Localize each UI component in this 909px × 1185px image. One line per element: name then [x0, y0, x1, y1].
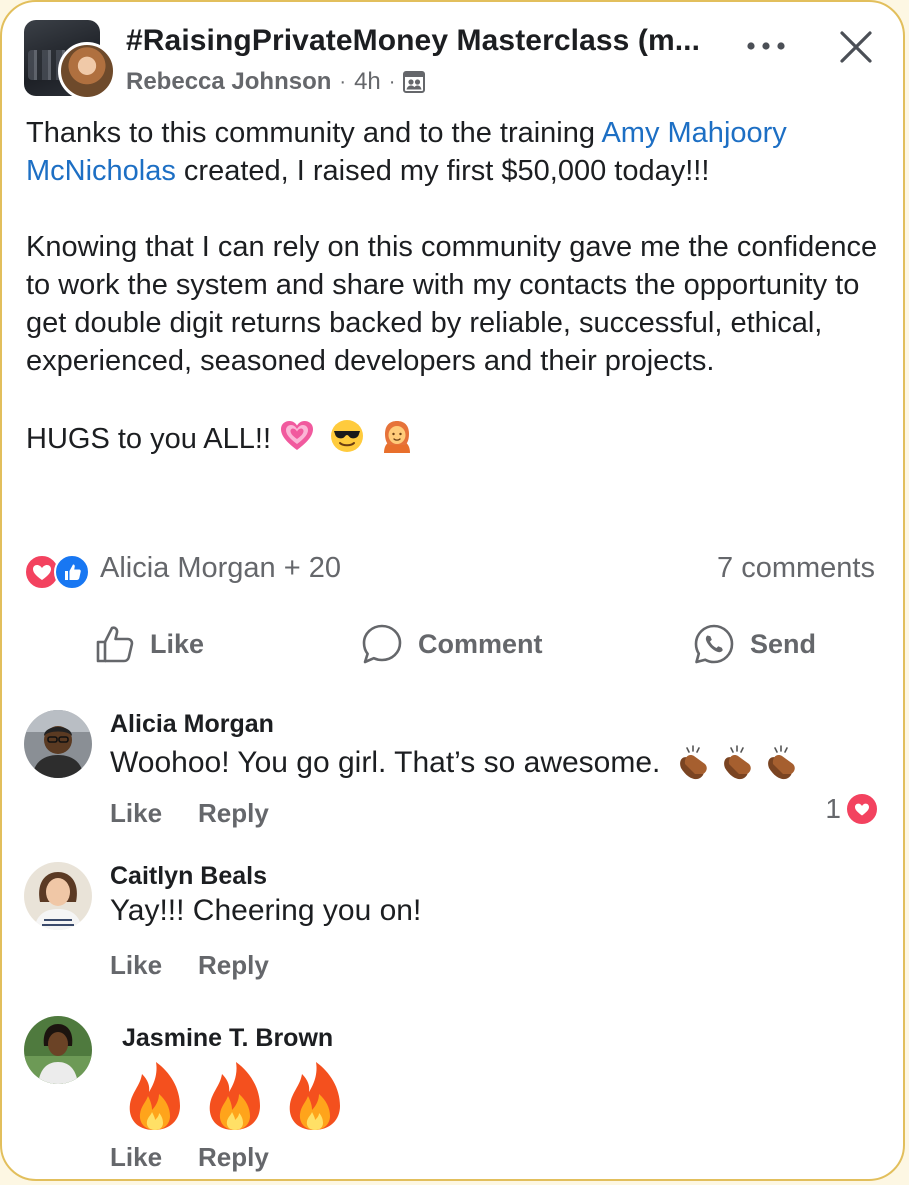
send-button[interactable]: Send [692, 614, 816, 674]
author-name[interactable]: Rebecca Johnson [126, 68, 331, 96]
close-icon [840, 31, 872, 63]
more-options-button[interactable] [741, 28, 791, 64]
post-paragraph-3: HUGS to you ALL!! [26, 418, 886, 458]
sparkling-heart-emoji [281, 421, 314, 450]
comment-reply-button[interactable]: Reply [198, 1142, 269, 1173]
post-header: #RaisingPrivateMoney Masterclass (m... R… [24, 16, 885, 102]
post-paragraph-1: Thanks to this community and to the trai… [26, 117, 787, 187]
reaction-icons [24, 554, 96, 590]
comment-text: Woohoo! You go girl. That’s so awesome. [110, 742, 807, 782]
post-action-bar: Like Comment Send [2, 614, 903, 674]
comment-text: Yay!!! Cheering you on! [110, 894, 422, 927]
author-avatar[interactable] [58, 42, 116, 100]
comment-like-button[interactable]: Like [110, 950, 162, 981]
close-button[interactable] [831, 22, 881, 72]
comment-item: Alicia Morgan Woohoo! You go girl. That’… [24, 710, 879, 840]
comment-item: Caitlyn Beals Yay!!! Cheering you on! Li… [24, 862, 879, 992]
comment-like-button[interactable]: Like [110, 1142, 162, 1173]
send-button-label: Send [750, 628, 817, 659]
comments-count[interactable]: 7 comments [717, 552, 875, 585]
post-time[interactable]: 4h [354, 68, 381, 96]
comment-button-label: Comment [418, 628, 543, 659]
comment-item: Jasmine T. Brown Like Reply [24, 1016, 879, 1176]
commenter-name[interactable]: Alicia Morgan [110, 710, 274, 739]
comment-text [124, 1060, 354, 1142]
commenter-name[interactable]: Caitlyn Beals [110, 862, 267, 891]
commenter-avatar[interactable] [24, 1016, 92, 1084]
meta-separator: · [388, 70, 396, 93]
comment-like-button[interactable]: Like [110, 798, 162, 829]
group-title[interactable]: #RaisingPrivateMoney Masterclass (m... [126, 24, 700, 58]
reactions-names[interactable]: Alicia Morgan + 20 [100, 552, 341, 585]
comment-reaction-count[interactable]: 1 [825, 792, 879, 826]
comment-reply-button[interactable]: Reply [198, 950, 269, 981]
whatsapp-icon [694, 624, 734, 664]
meta-separator: · [339, 70, 347, 93]
comment-reply-button[interactable]: Reply [198, 798, 269, 829]
post-card: #RaisingPrivateMoney Masterclass (m... R… [0, 0, 905, 1181]
clapping-hands-emoji [679, 745, 795, 780]
post-meta: Rebecca Johnson · 4h · [126, 68, 426, 96]
person-tipping-hand-emoji [384, 421, 411, 453]
reactions-summary[interactable]: Alicia Morgan + 20 7 comments [24, 550, 875, 590]
sunglasses-face-emoji [331, 420, 364, 452]
thumbs-up-icon [96, 626, 134, 663]
like-button-label: Like [150, 628, 205, 659]
post-body: Thanks to this community and to the trai… [26, 114, 886, 458]
post-paragraph-2: Knowing that I can rely on this communit… [26, 231, 878, 377]
more-dots-icon [747, 42, 785, 50]
like-reaction-icon [54, 554, 90, 590]
comment-bubble-icon [362, 624, 402, 664]
commenter-avatar[interactable] [24, 862, 92, 930]
comment-button[interactable]: Comment [360, 614, 543, 674]
love-reaction-icon [845, 792, 879, 826]
fire-emoji [129, 1062, 340, 1130]
like-button[interactable]: Like [94, 614, 204, 674]
commenter-avatar[interactable] [24, 710, 92, 778]
commenter-name[interactable]: Jasmine T. Brown [122, 1024, 333, 1053]
group-audience-icon [403, 71, 426, 93]
